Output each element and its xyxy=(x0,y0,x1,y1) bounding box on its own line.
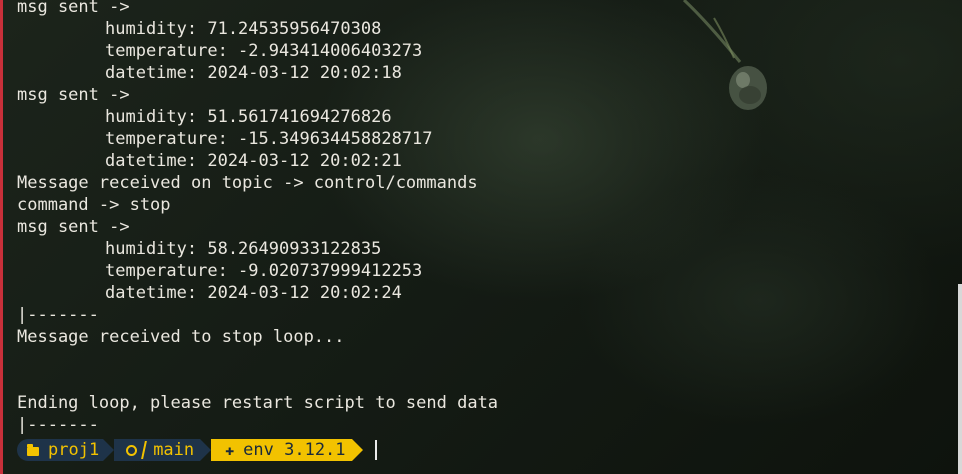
prompt-directory-segment: proj1 xyxy=(17,439,104,461)
prompt-end-arrow xyxy=(351,439,363,461)
prompt-separator-arrow xyxy=(103,439,115,461)
prompt-branch: main xyxy=(153,440,195,460)
scrollbar-thumb[interactable] xyxy=(958,284,962,474)
terminal-line: humidity: 71.24535956470308 xyxy=(105,19,382,39)
terminal-line: temperature: -9.020737999412253 xyxy=(105,261,423,281)
terminal-line: datetime: 2024-03-12 20:02:24 xyxy=(105,283,402,303)
terminal-window[interactable]: msg sent -> humidity: 71.24535956470308 te… xyxy=(0,0,962,474)
terminal-line: humidity: 58.26490933122835 xyxy=(105,239,382,259)
branch-icon xyxy=(141,441,148,459)
terminal-line: |------- xyxy=(17,305,99,325)
terminal-line: datetime: 2024-03-12 20:02:18 xyxy=(105,63,402,83)
terminal-line: msg sent -> xyxy=(17,85,130,105)
terminal-output: msg sent -> humidity: 71.24535956470308 te… xyxy=(17,0,498,436)
text-cursor[interactable] xyxy=(374,440,377,460)
terminal-line: |------- xyxy=(17,415,99,435)
terminal-line: temperature: -15.349634458828717 xyxy=(105,129,433,149)
terminal-line: datetime: 2024-03-12 20:02:21 xyxy=(105,151,402,171)
python-icon: ✚ xyxy=(225,441,235,459)
terminal-line: Message received on topic -> control/com… xyxy=(17,173,478,193)
prompt-env: env 3.12.1 xyxy=(243,440,346,460)
terminal-line: msg sent -> xyxy=(17,217,130,237)
terminal-line: Ending loop, please restart script to se… xyxy=(17,393,499,413)
github-icon xyxy=(126,444,138,456)
shell-prompt[interactable]: proj1 main ✚ env 3.12.1 xyxy=(17,439,377,461)
terminal-line: Message received to stop loop... xyxy=(17,327,345,347)
left-accent-bar xyxy=(0,0,3,474)
terminal-line: command -> stop xyxy=(17,195,171,215)
prompt-directory: proj1 xyxy=(48,440,100,460)
prompt-env-segment: ✚ env 3.12.1 xyxy=(211,439,352,461)
terminal-line: msg sent -> xyxy=(17,0,130,17)
prompt-git-segment: main xyxy=(114,439,201,461)
prompt-separator-arrow xyxy=(200,439,212,461)
terminal-line: humidity: 51.561741694276826 xyxy=(105,107,392,127)
terminal-line: temperature: -2.943414006403273 xyxy=(105,41,423,61)
folder-icon xyxy=(27,443,39,456)
